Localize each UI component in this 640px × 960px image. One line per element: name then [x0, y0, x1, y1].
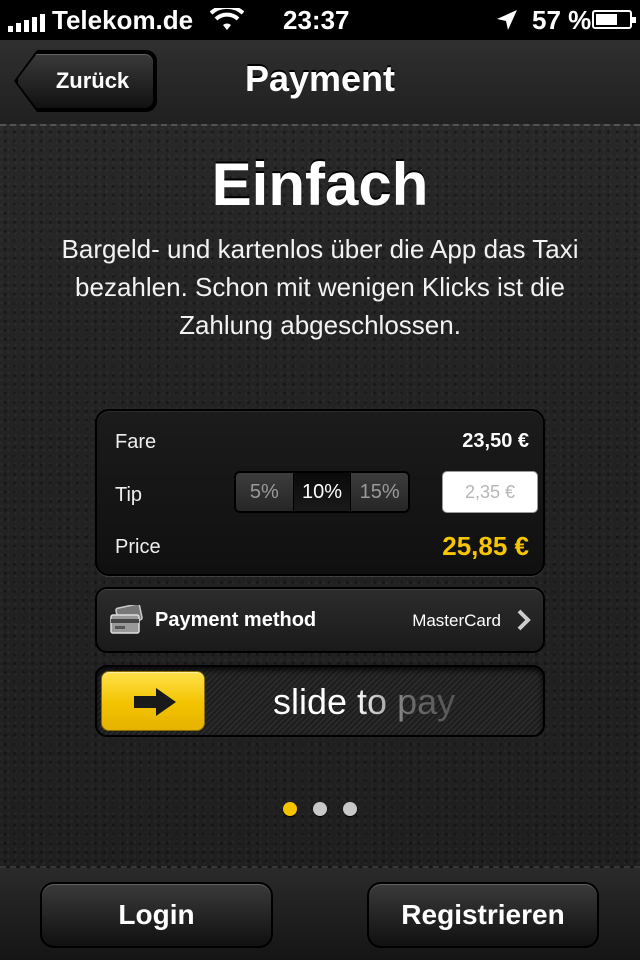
carrier-name: Telekom.de — [52, 5, 194, 35]
payment-method-label: Payment method — [155, 609, 317, 631]
location-arrow-icon — [497, 10, 517, 30]
price-label: Price — [115, 536, 161, 558]
page-dot-3[interactable] — [343, 802, 357, 816]
arrow-right-icon — [134, 688, 176, 716]
price-card: Fare 23,50 € Tip 5% 10% 15% 2,35 € Price… — [95, 409, 545, 576]
description-text: Bargeld- und kartenlos über die App das … — [61, 234, 579, 340]
tip-option-15[interactable]: 15% — [351, 473, 408, 511]
battery-icon — [592, 10, 636, 29]
register-button[interactable]: Registrieren — [367, 882, 599, 948]
price-value: 25,85 € — [442, 531, 529, 561]
payment-method-row[interactable]: Payment method MasterCard — [95, 587, 545, 653]
status-time: 23:37 — [283, 5, 350, 35]
headline: Einfach — [211, 151, 429, 218]
page-dot-1[interactable] — [283, 802, 297, 816]
battery-level-fill — [596, 14, 617, 25]
status-bar: Telekom.de 23:37 57 % — [0, 0, 640, 40]
page-title: Payment — [244, 58, 396, 99]
chevron-right-icon — [517, 609, 531, 631]
payment-method-value: MasterCard — [412, 611, 501, 630]
tip-segmented-control: 5% 10% 15% — [234, 471, 410, 513]
slide-to-pay-label: slide to pay — [273, 681, 456, 722]
slide-to-pay-track[interactable]: slide to pay — [95, 665, 545, 737]
credit-card-icon — [110, 605, 143, 634]
page-indicator — [0, 802, 640, 816]
wifi-icon — [210, 8, 244, 30]
signal-strength-icon — [8, 12, 45, 32]
tip-label: Tip — [115, 484, 143, 506]
login-button[interactable]: Login — [40, 882, 273, 948]
tip-option-10[interactable]: 10% — [293, 473, 352, 511]
slide-to-pay-knob[interactable] — [101, 671, 205, 731]
tip-amount-field[interactable]: 2,35 € — [442, 471, 538, 513]
page-dot-2[interactable] — [313, 802, 327, 816]
fare-value: 23,50 € — [462, 430, 529, 452]
tip-option-5[interactable]: 5% — [236, 473, 294, 511]
fare-label: Fare — [115, 431, 157, 453]
battery-percent: 57 % — [532, 5, 592, 35]
